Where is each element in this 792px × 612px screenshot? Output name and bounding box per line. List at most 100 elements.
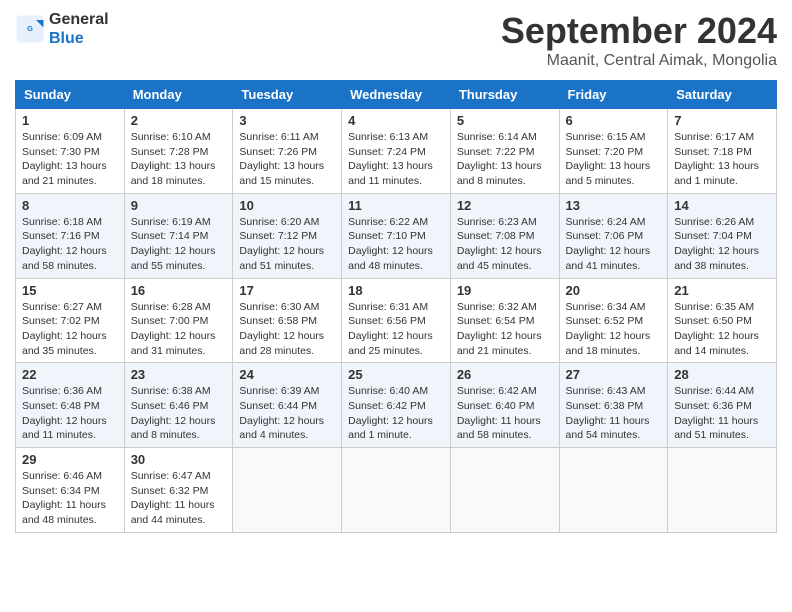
- table-row: 7 Sunrise: 6:17 AMSunset: 7:18 PMDaylight…: [668, 109, 777, 194]
- day-number: 17: [239, 283, 335, 298]
- calendar-table: Sunday Monday Tuesday Wednesday Thursday…: [15, 80, 777, 533]
- day-number: 28: [674, 367, 770, 382]
- day-info: Sunrise: 6:36 AMSunset: 6:48 PMDaylight:…: [22, 384, 118, 443]
- day-number: 21: [674, 283, 770, 298]
- table-row: 5 Sunrise: 6:14 AMSunset: 7:22 PMDaylight…: [450, 109, 559, 194]
- day-number: 23: [131, 367, 227, 382]
- day-info: Sunrise: 6:44 AMSunset: 6:36 PMDaylight:…: [674, 384, 770, 443]
- col-sunday: Sunday: [16, 81, 125, 109]
- day-info: Sunrise: 6:40 AMSunset: 6:42 PMDaylight:…: [348, 384, 444, 443]
- calendar-header-row: Sunday Monday Tuesday Wednesday Thursday…: [16, 81, 777, 109]
- calendar-week-2: 8Sunrise: 6:18 AMSunset: 7:16 PMDaylight…: [16, 193, 777, 278]
- table-row: 16Sunrise: 6:28 AMSunset: 7:00 PMDayligh…: [124, 278, 233, 363]
- table-row: 2 Sunrise: 6:10 AMSunset: 7:28 PMDaylight…: [124, 109, 233, 194]
- day-number: 2: [131, 113, 227, 128]
- day-number: 5: [457, 113, 553, 128]
- day-info: Sunrise: 6:30 AMSunset: 6:58 PMDaylight:…: [239, 300, 335, 359]
- day-info: Sunrise: 6:23 AMSunset: 7:08 PMDaylight:…: [457, 215, 553, 274]
- day-number: 3: [239, 113, 335, 128]
- day-info: Sunrise: 6:34 AMSunset: 6:52 PMDaylight:…: [566, 300, 662, 359]
- day-number: 26: [457, 367, 553, 382]
- col-thursday: Thursday: [450, 81, 559, 109]
- day-number: 18: [348, 283, 444, 298]
- day-number: 11: [348, 198, 444, 213]
- day-info: Sunrise: 6:20 AMSunset: 7:12 PMDaylight:…: [239, 215, 335, 274]
- col-monday: Monday: [124, 81, 233, 109]
- day-number: 29: [22, 452, 118, 467]
- day-info: Sunrise: 6:32 AMSunset: 6:54 PMDaylight:…: [457, 300, 553, 359]
- day-info: Sunrise: 6:42 AMSunset: 6:40 PMDaylight:…: [457, 384, 553, 443]
- table-row: 25 Sunrise: 6:40 AMSunset: 6:42 PMDayligh…: [342, 363, 451, 448]
- day-info: Sunrise: 6:26 AMSunset: 7:04 PMDaylight:…: [674, 215, 770, 274]
- day-info: Sunrise: 6:10 AMSunset: 7:28 PMDaylight:…: [131, 130, 227, 189]
- table-row: 26 Sunrise: 6:42 AMSunset: 6:40 PMDayligh…: [450, 363, 559, 448]
- table-row: 27 Sunrise: 6:43 AMSunset: 6:38 PMDayligh…: [559, 363, 668, 448]
- day-info: Sunrise: 6:43 AMSunset: 6:38 PMDaylight:…: [566, 384, 662, 443]
- logo-line2: Blue: [49, 29, 109, 48]
- table-row: [233, 448, 342, 533]
- table-row: 10 Sunrise: 6:20 AMSunset: 7:12 PMDayligh…: [233, 193, 342, 278]
- table-row: 9 Sunrise: 6:19 AMSunset: 7:14 PMDaylight…: [124, 193, 233, 278]
- day-number: 27: [566, 367, 662, 382]
- col-wednesday: Wednesday: [342, 81, 451, 109]
- table-row: [342, 448, 451, 533]
- day-number: 4: [348, 113, 444, 128]
- table-row: 19 Sunrise: 6:32 AMSunset: 6:54 PMDayligh…: [450, 278, 559, 363]
- day-info: Sunrise: 6:14 AMSunset: 7:22 PMDaylight:…: [457, 130, 553, 189]
- calendar-week-1: 1Sunrise: 6:09 AMSunset: 7:30 PMDaylight…: [16, 109, 777, 194]
- table-row: 21 Sunrise: 6:35 AMSunset: 6:50 PMDayligh…: [668, 278, 777, 363]
- col-tuesday: Tuesday: [233, 81, 342, 109]
- day-info: Sunrise: 6:13 AMSunset: 7:24 PMDaylight:…: [348, 130, 444, 189]
- day-info: Sunrise: 6:46 AMSunset: 6:34 PMDaylight:…: [22, 469, 118, 528]
- table-row: 12 Sunrise: 6:23 AMSunset: 7:08 PMDayligh…: [450, 193, 559, 278]
- day-info: Sunrise: 6:11 AMSunset: 7:26 PMDaylight:…: [239, 130, 335, 189]
- table-row: 22 Sunrise: 6:36 AMSunset: 6:48 PMDayligh…: [16, 363, 125, 448]
- page-header: G General Blue September 2024 Maanit, Ce…: [15, 10, 777, 70]
- table-row: [450, 448, 559, 533]
- col-saturday: Saturday: [668, 81, 777, 109]
- col-friday: Friday: [559, 81, 668, 109]
- day-info: Sunrise: 6:47 AMSunset: 6:32 PMDaylight:…: [131, 469, 227, 528]
- day-number: 12: [457, 198, 553, 213]
- table-row: 20Sunrise: 6:34 AMSunset: 6:52 PMDayligh…: [559, 278, 668, 363]
- table-row: 3 Sunrise: 6:11 AMSunset: 7:26 PMDaylight…: [233, 109, 342, 194]
- day-info: Sunrise: 6:35 AMSunset: 6:50 PMDaylight:…: [674, 300, 770, 359]
- day-info: Sunrise: 6:31 AMSunset: 6:56 PMDaylight:…: [348, 300, 444, 359]
- table-row: 8Sunrise: 6:18 AMSunset: 7:16 PMDaylight…: [16, 193, 125, 278]
- title-block: September 2024 Maanit, Central Aimak, Mo…: [501, 10, 777, 70]
- logo-line1: General: [49, 10, 109, 29]
- day-number: 1: [22, 113, 118, 128]
- day-number: 30: [131, 452, 227, 467]
- day-info: Sunrise: 6:22 AMSunset: 7:10 PMDaylight:…: [348, 215, 444, 274]
- logo-icon: G: [15, 14, 45, 44]
- calendar-week-4: 22 Sunrise: 6:36 AMSunset: 6:48 PMDayligh…: [16, 363, 777, 448]
- day-info: Sunrise: 6:28 AMSunset: 7:00 PMDaylight:…: [131, 300, 227, 359]
- day-number: 14: [674, 198, 770, 213]
- day-number: 7: [674, 113, 770, 128]
- day-info: Sunrise: 6:24 AMSunset: 7:06 PMDaylight:…: [566, 215, 662, 274]
- day-number: 6: [566, 113, 662, 128]
- table-row: 30 Sunrise: 6:47 AMSunset: 6:32 PMDayligh…: [124, 448, 233, 533]
- day-info: Sunrise: 6:27 AMSunset: 7:02 PMDaylight:…: [22, 300, 118, 359]
- table-row: 14 Sunrise: 6:26 AMSunset: 7:04 PMDayligh…: [668, 193, 777, 278]
- day-info: Sunrise: 6:39 AMSunset: 6:44 PMDaylight:…: [239, 384, 335, 443]
- table-row: [559, 448, 668, 533]
- svg-text:G: G: [27, 24, 33, 33]
- calendar-week-5: 29 Sunrise: 6:46 AMSunset: 6:34 PMDayligh…: [16, 448, 777, 533]
- logo: G General Blue: [15, 10, 109, 48]
- day-number: 9: [131, 198, 227, 213]
- day-number: 25: [348, 367, 444, 382]
- day-number: 22: [22, 367, 118, 382]
- table-row: 6Sunrise: 6:15 AMSunset: 7:20 PMDaylight…: [559, 109, 668, 194]
- table-row: 11 Sunrise: 6:22 AMSunset: 7:10 PMDayligh…: [342, 193, 451, 278]
- table-row: 24Sunrise: 6:39 AMSunset: 6:44 PMDayligh…: [233, 363, 342, 448]
- day-number: 10: [239, 198, 335, 213]
- day-number: 19: [457, 283, 553, 298]
- day-info: Sunrise: 6:17 AMSunset: 7:18 PMDaylight:…: [674, 130, 770, 189]
- day-info: Sunrise: 6:19 AMSunset: 7:14 PMDaylight:…: [131, 215, 227, 274]
- day-number: 8: [22, 198, 118, 213]
- day-number: 13: [566, 198, 662, 213]
- table-row: 13 Sunrise: 6:24 AMSunset: 7:06 PMDayligh…: [559, 193, 668, 278]
- table-row: 4 Sunrise: 6:13 AMSunset: 7:24 PMDaylight…: [342, 109, 451, 194]
- calendar-week-3: 15Sunrise: 6:27 AMSunset: 7:02 PMDayligh…: [16, 278, 777, 363]
